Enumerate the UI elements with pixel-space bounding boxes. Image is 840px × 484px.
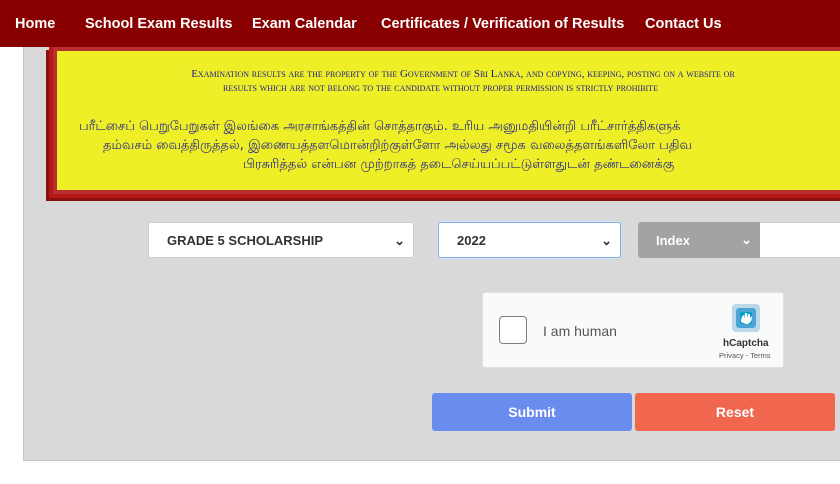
notice-tamil-line2: தம்வசம் வைத்திருத்தல், இணையத்தளமொன்றிற்க… (103, 138, 692, 153)
reset-button[interactable]: Reset (635, 393, 835, 431)
exam-type-value: GRADE 5 SCHOLARSHIP (167, 232, 324, 248)
nav-school-exam-results[interactable]: School Exam Results (85, 16, 232, 32)
captcha-label: I am human (543, 323, 617, 339)
nav-exam-calendar[interactable]: Exam Calendar (252, 16, 357, 32)
index-number-input[interactable] (760, 222, 840, 258)
captcha-brand: hCaptcha (723, 338, 769, 349)
exam-type-select[interactable]: GRADE 5 SCHOLARSHIP ⌄ (148, 222, 414, 258)
chevron-down-icon: ⌄ (601, 233, 612, 248)
captcha-checkbox[interactable] (499, 316, 527, 344)
hcaptcha-widget: I am human hCaptcha Privacy - Terms (482, 292, 784, 368)
notice-english: Examination results are the property of … (53, 67, 840, 95)
hcaptcha-logo-icon (730, 302, 762, 334)
nav-contact-us[interactable]: Contact Us (645, 16, 722, 32)
notice-tamil-line1: பரீட்சைப் பெறுபேறுகள் இலங்கை அரசாங்கத்தி… (79, 119, 681, 134)
chevron-down-icon: ⌄ (394, 233, 405, 248)
captcha-links[interactable]: Privacy - Terms (719, 351, 771, 360)
index-type-select[interactable]: Index ⌄ (638, 222, 760, 258)
nav-home[interactable]: Home (15, 16, 55, 32)
notice-english-line2: results which are not belong to the cand… (223, 82, 658, 94)
notice-english-line1: Examination results are the property of … (191, 68, 735, 80)
year-select[interactable]: 2022 ⌄ (438, 222, 621, 258)
year-value: 2022 (457, 232, 486, 248)
copyright-notice: Examination results are the property of … (49, 47, 840, 198)
index-type-value: Index (656, 232, 690, 248)
chevron-down-icon: ⌄ (741, 232, 752, 247)
nav-certificates[interactable]: Certificates / Verification of Results (381, 16, 624, 32)
top-nav: Home School Exam Results Exam Calendar C… (0, 0, 840, 47)
submit-button[interactable]: Submit (432, 393, 632, 431)
notice-tamil-line3: பிரசுரித்தல் என்பன முற்றாகத் தடைசெய்யப்ப… (243, 157, 675, 172)
notice-tamil: பரீட்சைப் பெறுபேறுகள் இலங்கை அரசாங்கத்தி… (53, 117, 840, 174)
